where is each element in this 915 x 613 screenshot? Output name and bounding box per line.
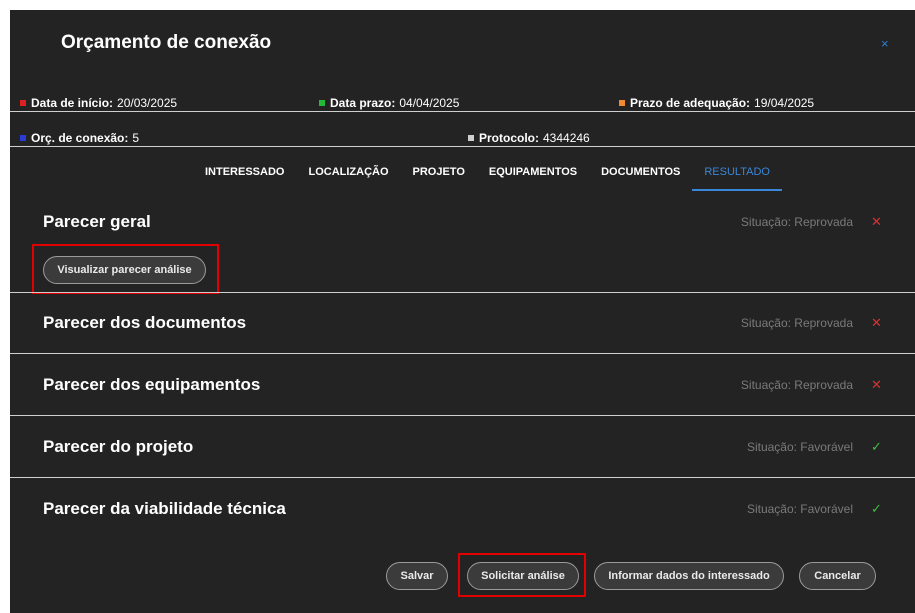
- section-title-equipment: Parecer dos equipamentos: [43, 375, 261, 394]
- section-status-project: Situação: Favorável: [746, 440, 853, 454]
- section-status-equipment: Situação: Reprovada: [740, 378, 853, 392]
- inform-interested-data-button[interactable]: Informar dados do interessado: [594, 562, 784, 590]
- highlight-box-view-opinion: [32, 244, 219, 294]
- red-square-icon: [20, 100, 26, 106]
- cancel-button[interactable]: Cancelar: [799, 562, 876, 590]
- deadline-date-value: 04/04/2025: [399, 96, 460, 110]
- start-date-label: Data de início:: [31, 96, 114, 110]
- reproved-x-icon: ✕: [871, 377, 882, 392]
- section-status-general: Situação: Reprovada: [740, 215, 853, 229]
- section-divider-3: [10, 415, 915, 416]
- connection-budget-value: 5: [132, 131, 140, 145]
- reproved-x-icon: ✕: [871, 214, 882, 229]
- reproved-x-icon: ✕: [871, 315, 882, 330]
- protocol-value: 4344246: [543, 131, 590, 145]
- deadline-date-label: Data prazo:: [330, 96, 396, 110]
- protocol-label: Protocolo:: [479, 131, 539, 145]
- section-title-project: Parecer do projeto: [43, 437, 194, 456]
- connection-budget-count: Orç. de conexão: 5: [20, 131, 139, 145]
- section-status-documents: Situação: Reprovada: [740, 316, 853, 330]
- start-date: Data de início: 20/03/2025: [20, 96, 177, 110]
- adequacy-deadline-value: 19/04/2025: [754, 96, 815, 110]
- tab-projeto[interactable]: PROJETO: [401, 165, 477, 191]
- close-icon[interactable]: ×: [881, 36, 889, 51]
- tab-interessado[interactable]: INTERESSADO: [205, 165, 296, 191]
- tab-bar: INTERESSADO LOCALIZAÇÃO PROJETO EQUIPAME…: [205, 165, 782, 191]
- connection-budget-modal: Orçamento de conexão × Data de início: 2…: [10, 10, 915, 613]
- approved-check-icon: ✓: [871, 501, 882, 516]
- info-divider-1: [10, 111, 915, 112]
- orange-square-icon: [619, 100, 625, 106]
- tab-equipamentos[interactable]: EQUIPAMENTOS: [477, 165, 589, 191]
- adequacy-deadline-label: Prazo de adequação:: [630, 96, 751, 110]
- connection-budget-label: Orç. de conexão:: [31, 131, 129, 145]
- green-square-icon: [319, 100, 325, 106]
- tab-resultado[interactable]: RESULTADO: [692, 165, 782, 191]
- adequacy-deadline: Prazo de adequação: 19/04/2025: [619, 96, 814, 110]
- modal-title: Orçamento de conexão: [61, 32, 272, 53]
- section-title-documents: Parecer dos documentos: [43, 313, 247, 332]
- gray-square-icon: [468, 135, 474, 141]
- save-button[interactable]: Salvar: [386, 562, 448, 590]
- blue-square-icon: [20, 135, 26, 141]
- section-title-technical-viability: Parecer da viabilidade técnica: [43, 499, 286, 518]
- start-date-value: 20/03/2025: [117, 96, 178, 110]
- section-divider-1: [10, 292, 915, 293]
- section-title-general: Parecer geral: [43, 212, 151, 231]
- highlight-box-request-analysis: [458, 553, 586, 597]
- section-divider-4: [10, 477, 915, 478]
- info-divider-2: [10, 146, 915, 147]
- tab-documentos[interactable]: DOCUMENTOS: [589, 165, 692, 191]
- deadline-date: Data prazo: 04/04/2025: [319, 96, 459, 110]
- approved-check-icon: ✓: [871, 439, 882, 454]
- tab-localizacao[interactable]: LOCALIZAÇÃO: [296, 165, 400, 191]
- protocol: Protocolo: 4344246: [468, 131, 590, 145]
- section-status-technical-viability: Situação: Favorável: [746, 502, 853, 516]
- section-divider-2: [10, 353, 915, 354]
